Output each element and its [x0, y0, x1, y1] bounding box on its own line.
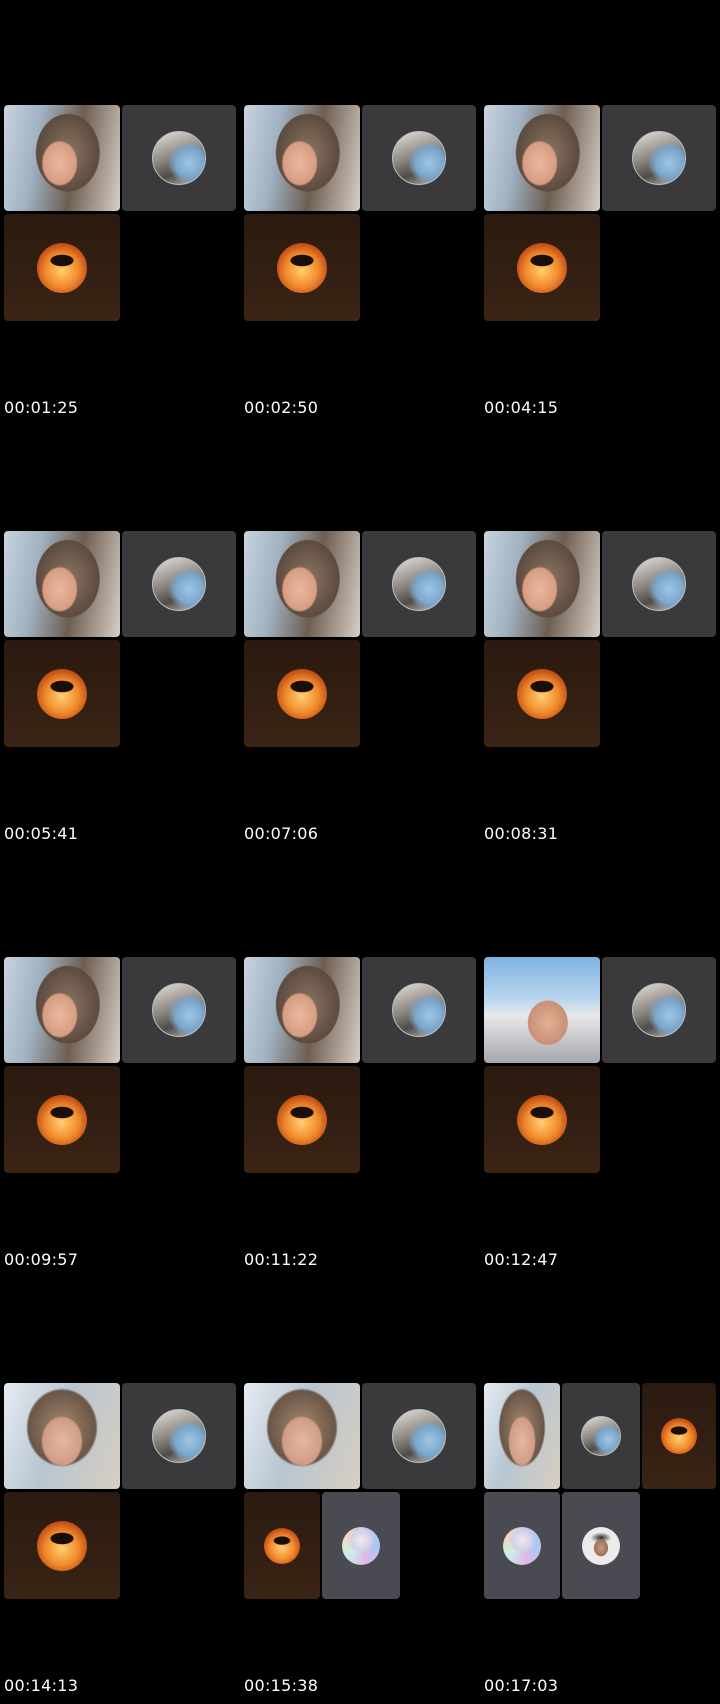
thumbnail-cell[interactable]: 00:04:15 — [480, 0, 720, 426]
participant-avatar-tile — [122, 957, 236, 1063]
participant-avatar-tile — [122, 105, 236, 211]
thumbnail-cell[interactable]: 00:01:25 — [0, 0, 240, 426]
timestamp: 00:15:38 — [244, 1676, 319, 1695]
timestamp: 00:14:13 — [4, 1676, 79, 1695]
avatar-room-icon — [152, 131, 206, 185]
avatar-room-icon — [152, 983, 206, 1037]
avatar-flame-icon — [37, 1520, 87, 1571]
timestamp: 00:17:03 — [484, 1676, 559, 1695]
participant-avatar-tile — [362, 957, 476, 1063]
avatar-room-icon — [152, 557, 206, 611]
avatar-flame-icon — [37, 242, 87, 293]
participant-avatar-tile — [484, 640, 600, 747]
participant-video-tile — [484, 105, 600, 211]
participant-avatar-tile — [4, 640, 120, 747]
timestamp: 00:12:47 — [484, 1250, 559, 1269]
avatar-flame-icon — [517, 242, 567, 293]
participant-video-tile — [244, 105, 360, 211]
thumbnail-cell[interactable]: 00:11:22 — [240, 852, 480, 1278]
participant-video-tile — [4, 1383, 120, 1489]
timestamp: 00:11:22 — [244, 1250, 319, 1269]
avatar-room-icon — [632, 983, 686, 1037]
thumbnail-cell[interactable]: 00:05:41 — [0, 426, 240, 852]
timestamp: 00:08:31 — [484, 824, 559, 843]
participant-video-tile — [4, 105, 120, 211]
participant-avatar-tile — [642, 1383, 716, 1489]
avatar-flame-icon — [277, 668, 327, 719]
thumbnail-cell[interactable]: 00:17:03 — [480, 1278, 720, 1704]
avatar-room-icon — [392, 983, 446, 1037]
avatar-room-icon — [392, 557, 446, 611]
participant-video-tile — [244, 1383, 360, 1489]
participant-video-tile — [244, 957, 360, 1063]
avatar-room-icon — [392, 1409, 446, 1463]
avatar-flame-icon — [37, 1094, 87, 1145]
participant-avatar-tile — [244, 640, 360, 747]
timestamp: 00:02:50 — [244, 398, 319, 417]
timestamp: 00:07:06 — [244, 824, 319, 843]
thumbnail-cell[interactable]: 00:07:06 — [240, 426, 480, 852]
participant-avatar-tile — [602, 957, 716, 1063]
thumbnail-cell[interactable]: 00:09:57 — [0, 852, 240, 1278]
participant-avatar-tile — [4, 214, 120, 321]
participant-avatar-tile — [122, 1383, 236, 1489]
participant-avatar-tile — [362, 1383, 476, 1489]
participant-video-tile — [244, 531, 360, 637]
participant-avatar-tile — [4, 1066, 120, 1173]
participant-avatar-tile — [4, 1492, 120, 1599]
avatar-prism-icon — [342, 1526, 380, 1565]
participant-avatar-tile — [484, 1492, 560, 1599]
thumbnail-cell[interactable]: 00:14:13 — [0, 1278, 240, 1704]
avatar-room-icon — [581, 1416, 621, 1456]
participant-video-tile — [484, 531, 600, 637]
avatar-flame-icon — [517, 668, 567, 719]
participant-avatar-tile — [602, 531, 716, 637]
avatar-man-icon — [582, 1526, 620, 1565]
participant-avatar-tile — [244, 214, 360, 321]
participant-avatar-tile — [244, 1492, 320, 1599]
participant-avatar-tile — [322, 1492, 400, 1599]
participant-avatar-tile — [602, 105, 716, 211]
participant-avatar-tile — [244, 1066, 360, 1173]
participant-avatar-tile — [362, 531, 476, 637]
participant-avatar-tile — [484, 1066, 600, 1173]
avatar-flame-icon — [37, 668, 87, 719]
thumbnail-cell[interactable]: 00:08:31 — [480, 426, 720, 852]
thumbnail-cell[interactable]: 00:12:47 — [480, 852, 720, 1278]
avatar-prism-icon — [503, 1526, 541, 1565]
avatar-room-icon — [392, 131, 446, 185]
timestamp: 00:05:41 — [4, 824, 79, 843]
avatar-flame-icon — [264, 1527, 300, 1564]
avatar-room-icon — [632, 131, 686, 185]
avatar-flame-icon — [661, 1418, 697, 1454]
avatar-room-icon — [632, 557, 686, 611]
participant-video-tile — [4, 531, 120, 637]
participant-avatar-tile — [484, 214, 600, 321]
participant-video-tile — [4, 957, 120, 1063]
participant-avatar-tile — [122, 531, 236, 637]
participant-video-tile — [484, 957, 600, 1063]
timestamp: 00:01:25 — [4, 398, 79, 417]
participant-avatar-tile — [362, 105, 476, 211]
avatar-flame-icon — [277, 242, 327, 293]
avatar-room-icon — [152, 1409, 206, 1463]
timestamp: 00:04:15 — [484, 398, 559, 417]
thumbnail-cell[interactable]: 00:15:38 — [240, 1278, 480, 1704]
thumbnail-cell[interactable]: 00:02:50 — [240, 0, 480, 426]
participant-video-tile — [484, 1383, 560, 1489]
avatar-flame-icon — [277, 1094, 327, 1145]
timestamp: 00:09:57 — [4, 1250, 79, 1269]
participant-avatar-tile — [562, 1383, 640, 1489]
avatar-flame-icon — [517, 1094, 567, 1145]
participant-avatar-tile — [562, 1492, 640, 1599]
